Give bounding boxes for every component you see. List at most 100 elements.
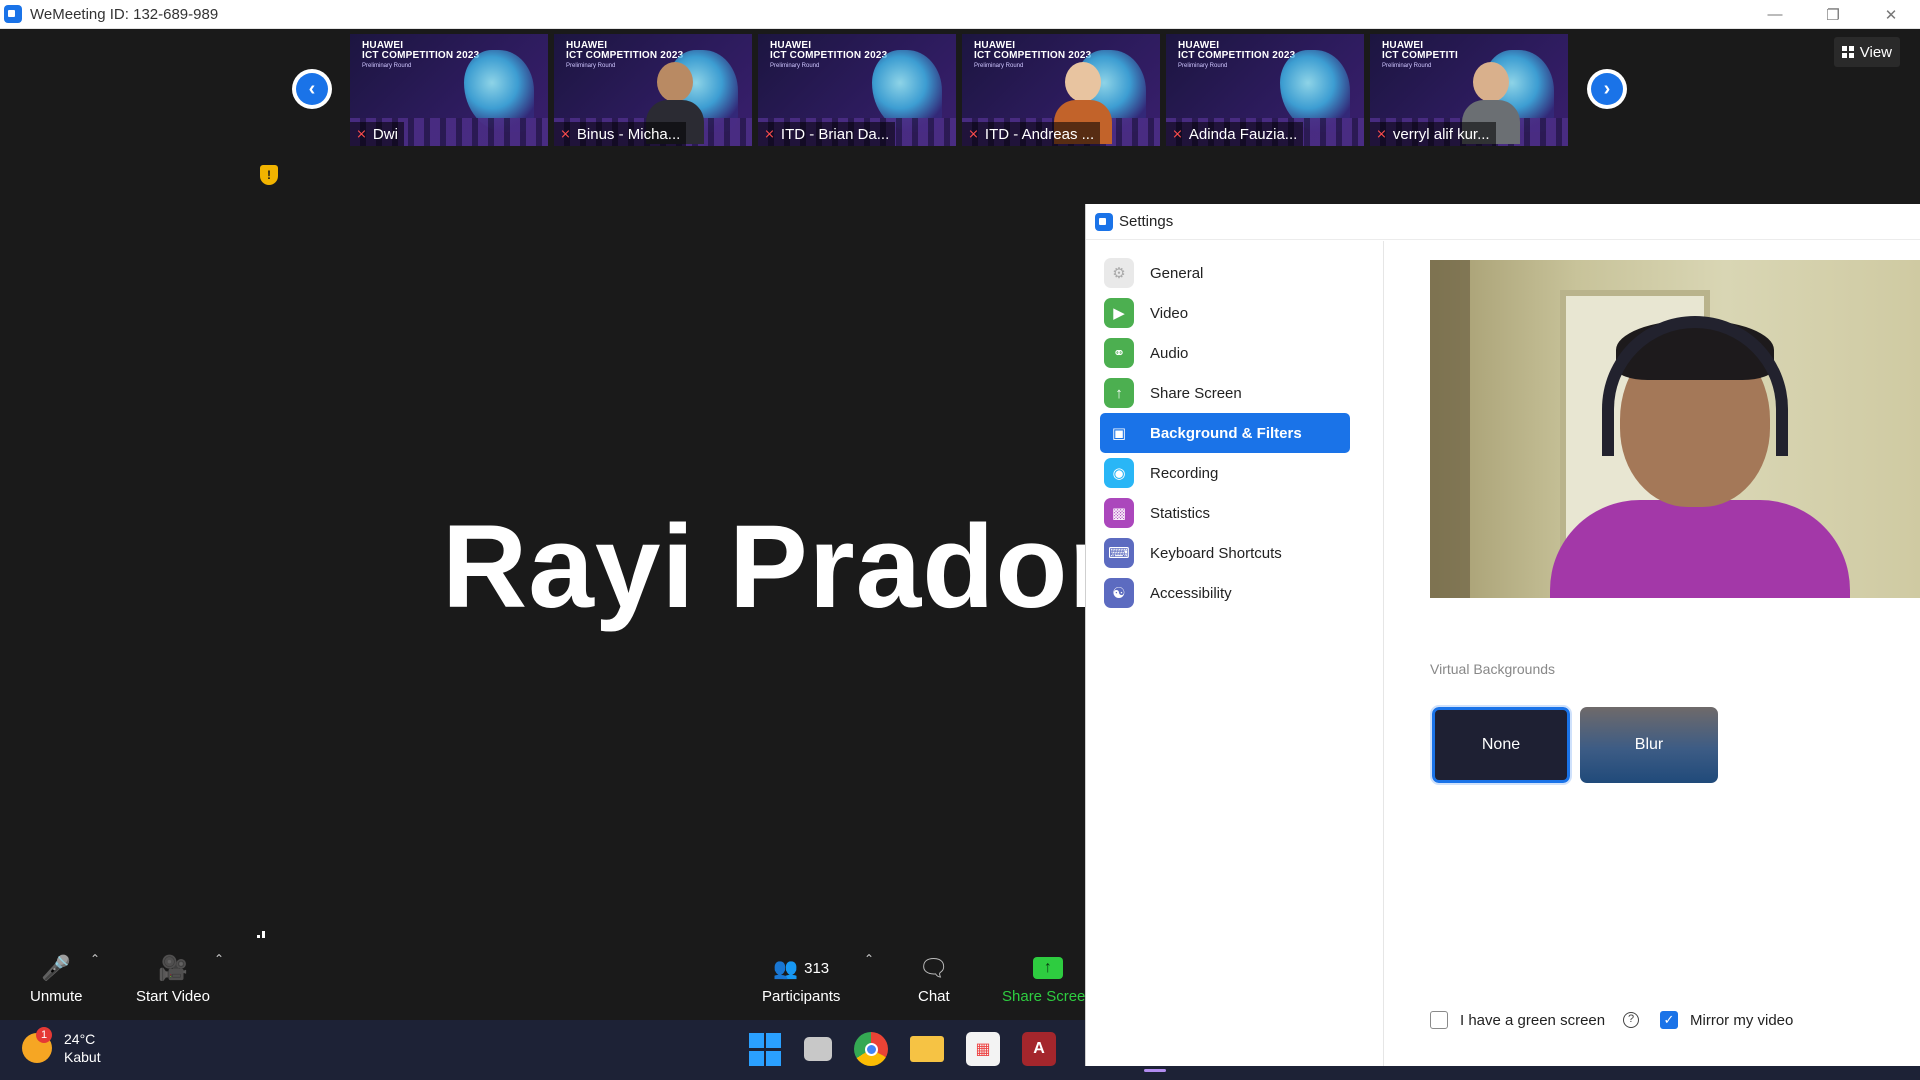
thumbnail-brand-subtitle: Preliminary Round xyxy=(1382,63,1432,69)
share-screen-icon: ↑ xyxy=(1104,378,1134,408)
weather-description: Kabut xyxy=(64,1049,101,1065)
settings-nav-statistics[interactable]: ▩ Statistics xyxy=(1100,493,1350,533)
settings-nav-keyboard-shortcuts[interactable]: ⌨ Keyboard Shortcuts xyxy=(1100,533,1350,573)
window-title: WeMeeting ID: 132-689-989 xyxy=(30,5,219,23)
settings-nav-label: Keyboard Shortcuts xyxy=(1150,544,1282,562)
participants-label: Participants xyxy=(762,988,841,1005)
settings-nav-label: Video xyxy=(1150,304,1189,322)
video-options-caret[interactable]: ⌃ xyxy=(214,952,224,966)
participants-options-caret[interactable]: ⌃ xyxy=(864,952,874,966)
window-title-bar: WeMeeting ID: 132-689-989 — ❐ ✕ xyxy=(0,0,1920,29)
settings-nav-background-filters[interactable]: ▣ Background & Filters xyxy=(1100,413,1350,453)
chrome-icon[interactable] xyxy=(854,1032,888,1066)
settings-sidebar: ⚙ General ▶ Video ⚭ Audio ↑ Share Screen ▣ Backgr… xyxy=(1086,241,1384,1066)
participants-count: 313 xyxy=(804,959,830,977)
thumbnail-brand-text: HUAWEI ICT COMPETITION 2023 xyxy=(362,40,480,61)
access-icon[interactable]: A xyxy=(1022,1032,1056,1066)
share-screen-arrow-icon: ↑ xyxy=(1032,952,1063,984)
participant-thumbnail[interactable]: HUAWEI ICT COMPETITION 2023 Preliminary R… xyxy=(758,34,956,146)
chevron-up-icon: ⌃ xyxy=(864,952,875,966)
thumbnail-brand-subtitle: Preliminary Round xyxy=(362,63,412,69)
participant-name: Dwi xyxy=(372,125,398,143)
participant-name-bar: ⨯ Dwi xyxy=(350,122,404,146)
virtual-backgrounds-label: Virtual Backgrounds xyxy=(1430,661,1556,677)
restore-icon[interactable]: ❐ xyxy=(1804,0,1862,29)
participant-thumbnail[interactable]: HUAWEI ICT COMPETITION 2023 Preliminary R… xyxy=(962,34,1160,146)
mirror-video-option[interactable]: ✓ Mirror my video xyxy=(1660,1011,1793,1029)
previous-page-button[interactable]: ‹ xyxy=(292,69,332,109)
file-explorer-icon[interactable] xyxy=(910,1036,944,1062)
thumbnail-brand-subtitle: Preliminary Round xyxy=(1178,63,1228,69)
settings-nav-audio[interactable]: ⚭ Audio xyxy=(1100,333,1350,373)
background-none-label: None xyxy=(1481,736,1521,753)
chat-label: Chat xyxy=(918,988,950,1005)
settings-nav-video[interactable]: ▶ Video xyxy=(1100,293,1350,333)
participant-thumbnail[interactable]: HUAWEI ICT COMPETITI Preliminary Round ⨯ ve… xyxy=(1370,34,1568,146)
weather-sun-icon: 1 xyxy=(22,1027,52,1063)
unmute-label: Unmute xyxy=(30,988,83,1005)
participants-button[interactable]: 👥 313 Participants xyxy=(762,952,841,1006)
background-blur-option[interactable]: Blur xyxy=(1580,707,1718,783)
green-screen-checkbox[interactable] xyxy=(1430,1011,1448,1029)
help-icon[interactable]: ? xyxy=(1623,1012,1640,1028)
close-icon[interactable]: ✕ xyxy=(1862,0,1920,29)
thumbnail-brand-subtitle: Preliminary Round xyxy=(566,63,616,69)
chevron-right-icon: › xyxy=(1591,73,1623,105)
settings-nav-label: Statistics xyxy=(1150,504,1211,522)
settings-nav-general[interactable]: ⚙ General xyxy=(1100,253,1350,293)
record-icon: ◉ xyxy=(1104,458,1134,488)
chevron-up-icon: ⌃ xyxy=(90,952,101,966)
view-label: View xyxy=(1859,43,1892,61)
unmute-button[interactable]: 🎤 Unmute xyxy=(30,952,83,1006)
headphones-icon: ⚭ xyxy=(1104,338,1134,368)
taskbar-apps: ▦ A xyxy=(748,1032,1056,1066)
active-speaker-name: Rayi Pradon xyxy=(442,501,1142,633)
thumbnail-brand-text: HUAWEI ICT COMPETITION 2023 xyxy=(566,40,684,61)
background-none-option[interactable]: None xyxy=(1430,705,1572,785)
statistics-icon: ▩ xyxy=(1104,498,1134,528)
video-camera-icon: ▶ xyxy=(1104,298,1134,328)
store-icon[interactable]: ▦ xyxy=(966,1032,1000,1066)
chat-button[interactable]: 🗨 Chat xyxy=(918,952,950,1006)
background-icon: ▣ xyxy=(1111,425,1127,442)
thumbnail-brand-text: HUAWEI ICT COMPETITION 2023 xyxy=(770,40,888,61)
accessibility-icon: ☯ xyxy=(1104,578,1134,608)
settings-dialog: Settings ⚙ General ▶ Video ⚭ Audio ↑ Share Scre… xyxy=(1085,204,1920,1066)
settings-nav-label: Share Screen xyxy=(1150,384,1242,402)
background-blur-label: Blur xyxy=(1634,736,1664,753)
weather-temperature: 24°C xyxy=(64,1031,96,1047)
minimize-icon[interactable]: — xyxy=(1746,0,1804,29)
next-page-button[interactable]: › xyxy=(1587,69,1627,109)
share-screen-button[interactable]: ↑ Share Screen xyxy=(1002,952,1094,1005)
participant-name: verryl alif kur... xyxy=(1392,125,1490,143)
meeting-toolbar: 🎤 Unmute ⌃ 🎥 Start Video ⌃ 👥 313 Partici… xyxy=(0,938,1094,1020)
settings-nav-label: General xyxy=(1150,264,1204,282)
weather-widget[interactable]: 1 24°C Kabut xyxy=(22,1027,101,1066)
settings-nav-accessibility[interactable]: ☯ Accessibility xyxy=(1100,573,1350,613)
thumbnail-brand-text: HUAWEI ICT COMPETITION 2023 xyxy=(1178,40,1296,61)
taskbar-active-indicator xyxy=(1144,1069,1166,1072)
audio-options-caret[interactable]: ⌃ xyxy=(90,952,100,966)
background-filters-panel: Virtual Backgrounds None Blur I have a g… xyxy=(1384,241,1920,1066)
participant-thumbnail[interactable]: HUAWEI ICT COMPETITION 2023 Preliminary R… xyxy=(1166,34,1364,146)
view-button[interactable]: View xyxy=(1833,37,1900,67)
start-video-button[interactable]: 🎥 Start Video xyxy=(136,952,210,1006)
settings-nav-recording[interactable]: ◉ Recording xyxy=(1100,453,1350,493)
windows-start-icon[interactable] xyxy=(748,1032,782,1066)
settings-nav-share-screen[interactable]: ↑ Share Screen xyxy=(1100,373,1350,413)
green-screen-option[interactable]: I have a green screen ? xyxy=(1430,1011,1640,1029)
participant-name: ITD - Brian Da... xyxy=(780,125,890,143)
task-view-icon[interactable] xyxy=(804,1037,832,1061)
mirror-video-checkbox[interactable]: ✓ xyxy=(1660,1011,1678,1029)
thumbnail-brand-subtitle: Preliminary Round xyxy=(770,63,820,69)
participant-thumbnail[interactable]: HUAWEI ICT COMPETITION 2023 Preliminary R… xyxy=(554,34,752,146)
participant-thumbnail[interactable]: HUAWEI ICT COMPETITION 2023 Preliminary R… xyxy=(350,34,548,146)
mirror-video-label: Mirror my video xyxy=(1690,1011,1794,1029)
thumbnail-brand-text: HUAWEI ICT COMPETITI xyxy=(1382,40,1458,61)
settings-title: Settings xyxy=(1119,213,1174,230)
keyboard-icon: ⌨ xyxy=(1104,538,1134,568)
weather-badge: 1 xyxy=(36,1027,52,1043)
green-screen-label: I have a green screen xyxy=(1460,1011,1606,1029)
participant-name-bar: ⨯ verryl alif kur... xyxy=(1370,122,1496,146)
security-shield-icon[interactable]: ! xyxy=(260,165,278,185)
